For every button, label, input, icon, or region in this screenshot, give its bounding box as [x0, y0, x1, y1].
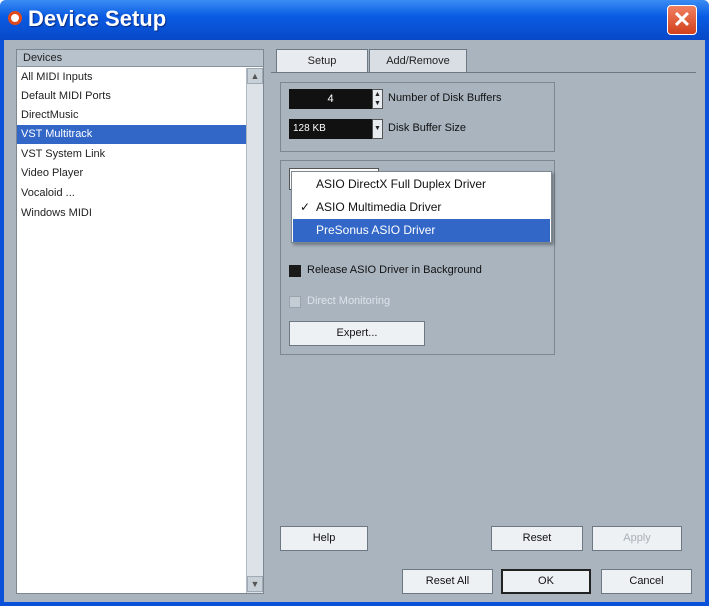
release-driver-label: Release ASIO Driver in Background — [307, 264, 482, 276]
disk-buffers-label: Number of Disk Buffers — [388, 92, 502, 104]
spin-up-down-icon[interactable]: ▲ ▼ — [372, 89, 383, 109]
device-item-video-player[interactable]: Video Player — [17, 164, 246, 183]
tab-setup[interactable]: Setup — [276, 49, 368, 72]
device-item-default-midi-ports[interactable]: Default MIDI Ports — [17, 87, 246, 106]
apply-button: Apply — [592, 526, 682, 551]
ok-button[interactable]: OK — [501, 569, 591, 594]
release-driver-checkbox-box[interactable] — [289, 265, 301, 277]
direct-monitoring-label: Direct Monitoring — [307, 295, 391, 307]
title-bar[interactable]: Device Setup ✕ — [0, 0, 709, 40]
reset-button[interactable]: Reset — [491, 526, 583, 551]
scroll-up-icon[interactable]: ▲ — [247, 68, 263, 84]
window-title: Device Setup — [28, 6, 167, 31]
close-icon: ✕ — [672, 7, 692, 32]
driver-option-directx-label: ASIO DirectX Full Duplex Driver — [316, 177, 487, 191]
driver-option-presonus[interactable]: PreSonus ASIO Driver — [293, 219, 550, 242]
asio-driver-popup-menu: ASIO DirectX Full Duplex Driver ✓ ASIO M… — [291, 171, 552, 243]
tab-content-divider — [271, 72, 696, 73]
direct-monitoring-checkbox — [289, 296, 301, 308]
dropdown-arrow-icon[interactable]: ▼ — [372, 119, 383, 139]
disk-buffer-size-select[interactable]: 128 KB — [289, 119, 372, 139]
driver-option-multimedia-label: ASIO Multimedia Driver — [316, 200, 442, 214]
device-item-vst-system-link[interactable]: VST System Link — [17, 145, 246, 164]
devices-scrollbar[interactable]: ▲ ▼ — [246, 68, 263, 593]
devices-header: Devices — [17, 50, 263, 67]
disk-buffers-spinbox[interactable]: 4 — [289, 89, 372, 109]
device-item-vocaloid[interactable]: Vocaloid ... — [17, 184, 246, 203]
device-item-all-midi-inputs[interactable]: All MIDI Inputs — [17, 68, 246, 87]
tab-add-remove[interactable]: Add/Remove — [369, 49, 467, 72]
device-item-directmusic[interactable]: DirectMusic — [17, 106, 246, 125]
device-setup-window: Device Setup ✕ Devices All MIDI Inputs D… — [0, 0, 709, 606]
reset-all-button[interactable]: Reset All — [402, 569, 493, 594]
driver-option-directx[interactable]: ASIO DirectX Full Duplex Driver — [293, 173, 550, 196]
cancel-button[interactable]: Cancel — [601, 569, 692, 594]
device-item-windows-midi[interactable]: Windows MIDI — [17, 204, 246, 223]
disk-buffer-size-label: Disk Buffer Size — [388, 122, 467, 134]
app-logo-icon — [8, 11, 22, 25]
scroll-down-icon[interactable]: ▼ — [247, 576, 263, 592]
driver-option-presonus-label: PreSonus ASIO Driver — [316, 223, 436, 237]
expert-button[interactable]: Expert... — [289, 321, 425, 346]
driver-option-multimedia[interactable]: ✓ ASIO Multimedia Driver — [293, 196, 550, 219]
close-button[interactable]: ✕ — [667, 5, 697, 35]
checkmark-icon: ✓ — [300, 200, 311, 214]
devices-panel: Devices All MIDI Inputs Default MIDI Por… — [16, 49, 264, 594]
device-item-vst-multitrack[interactable]: VST Multitrack — [17, 125, 246, 144]
help-button[interactable]: Help — [280, 526, 368, 551]
